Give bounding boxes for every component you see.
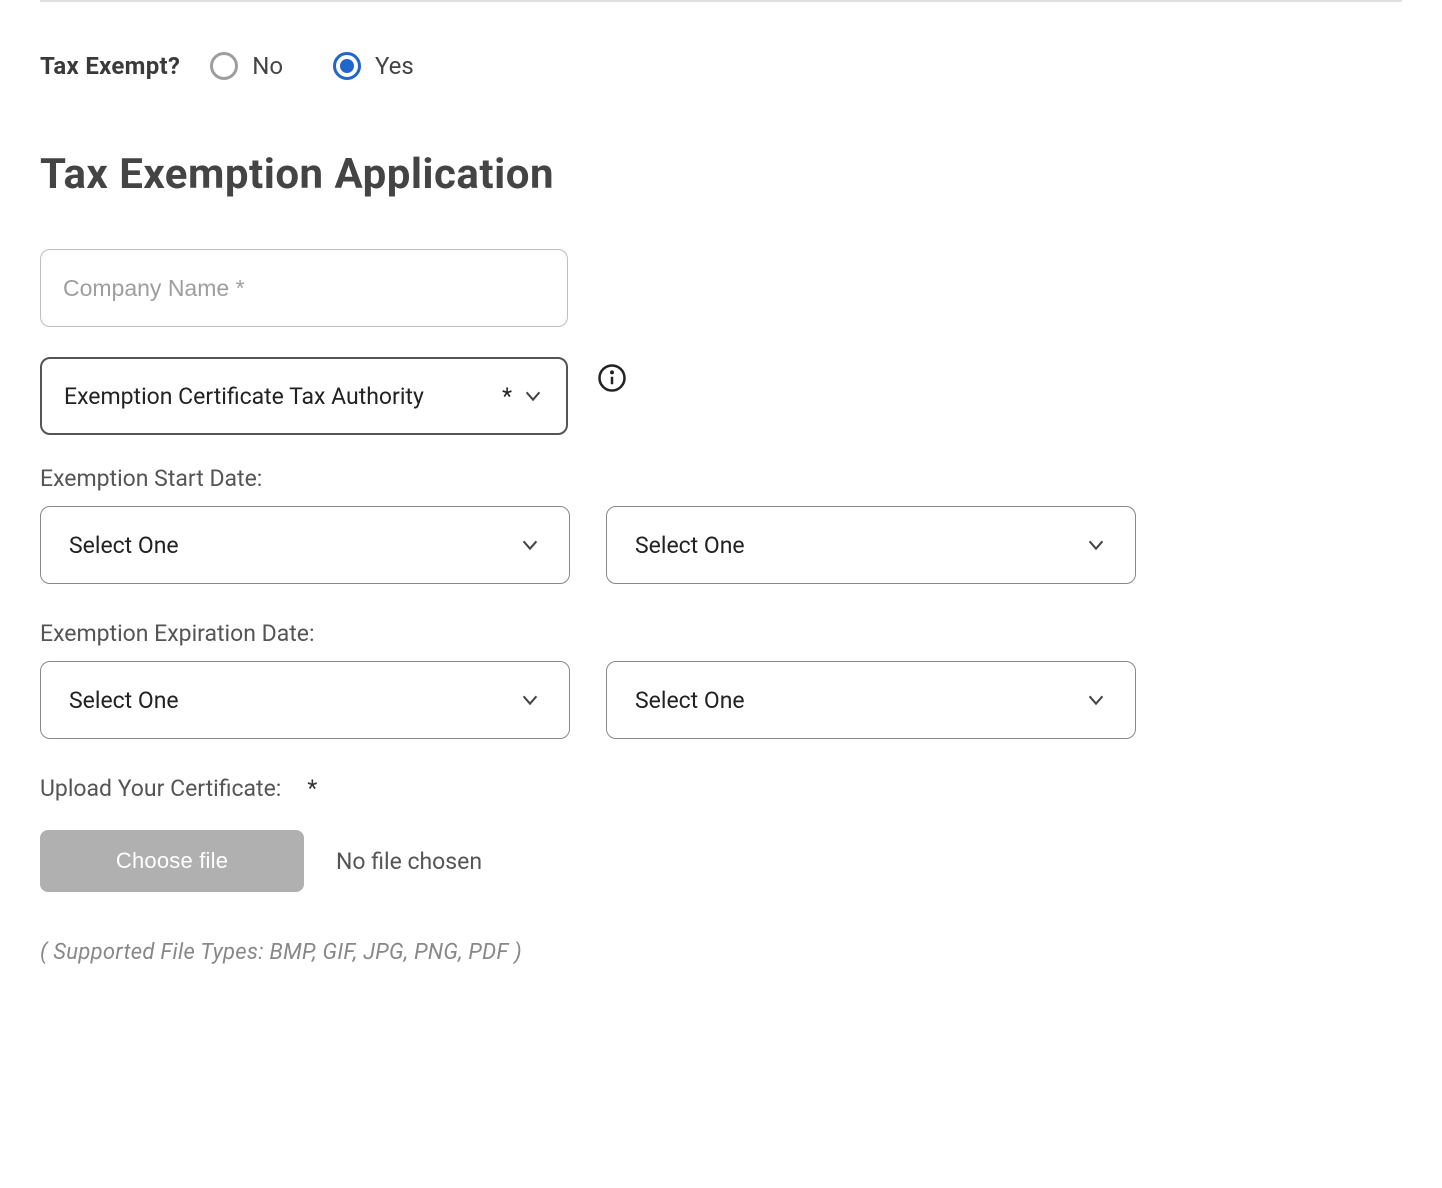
tax-exempt-label: Tax Exempt?	[40, 52, 180, 80]
expiration-date-select-1-label: Select One	[69, 687, 179, 714]
upload-asterisk: *	[307, 775, 317, 802]
certificate-authority-asterisk: *	[502, 383, 512, 410]
expiration-date-select-2[interactable]: Select One	[606, 661, 1136, 739]
start-date-select-2-label: Select One	[635, 532, 745, 559]
start-date-label: Exemption Start Date:	[40, 465, 1402, 492]
expiration-date-section: Exemption Expiration Date: Select One Se…	[40, 620, 1402, 739]
chevron-down-icon	[1085, 689, 1107, 711]
page-heading: Tax Exemption Application	[40, 150, 1402, 199]
radio-dot	[340, 59, 354, 73]
certificate-authority-select[interactable]: Exemption Certificate Tax Authority *	[40, 357, 568, 435]
chevron-down-icon	[1085, 534, 1107, 556]
start-date-select-2[interactable]: Select One	[606, 506, 1136, 584]
certificate-authority-select-label: Exemption Certificate Tax Authority	[64, 383, 424, 410]
radio-label-no: No	[252, 52, 283, 80]
upload-row: Choose file No file chosen	[40, 830, 1402, 892]
certificate-authority-row: Exemption Certificate Tax Authority *	[40, 357, 1402, 435]
chevron-down-icon	[522, 385, 544, 407]
tax-exempt-row: Tax Exempt? No Yes	[40, 52, 1402, 80]
top-divider	[40, 0, 1402, 2]
chevron-down-icon	[519, 689, 541, 711]
info-icon[interactable]	[596, 362, 628, 394]
certificate-authority-select-right: *	[494, 383, 544, 410]
upload-label: Upload Your Certificate:	[40, 775, 281, 802]
upload-label-row: Upload Your Certificate: *	[40, 775, 1402, 802]
start-date-select-1-label: Select One	[69, 532, 179, 559]
file-status: No file chosen	[336, 848, 482, 875]
tax-exempt-radio-group: No Yes	[210, 52, 414, 80]
supported-file-types: ( Supported File Types: BMP, GIF, JPG, P…	[40, 940, 1402, 965]
radio-circle-no	[210, 52, 238, 80]
company-name-input[interactable]	[40, 249, 568, 327]
radio-option-no[interactable]: No	[210, 52, 283, 80]
expiration-date-select-2-label: Select One	[635, 687, 745, 714]
chevron-down-icon	[519, 534, 541, 556]
start-date-select-1[interactable]: Select One	[40, 506, 570, 584]
company-name-row	[40, 249, 1402, 327]
radio-option-yes[interactable]: Yes	[333, 52, 414, 80]
choose-file-button[interactable]: Choose file	[40, 830, 304, 892]
expiration-date-select-1[interactable]: Select One	[40, 661, 570, 739]
expiration-date-label: Exemption Expiration Date:	[40, 620, 1402, 647]
start-date-section: Exemption Start Date: Select One Select …	[40, 465, 1402, 584]
radio-circle-yes	[333, 52, 361, 80]
radio-label-yes: Yes	[375, 52, 414, 80]
